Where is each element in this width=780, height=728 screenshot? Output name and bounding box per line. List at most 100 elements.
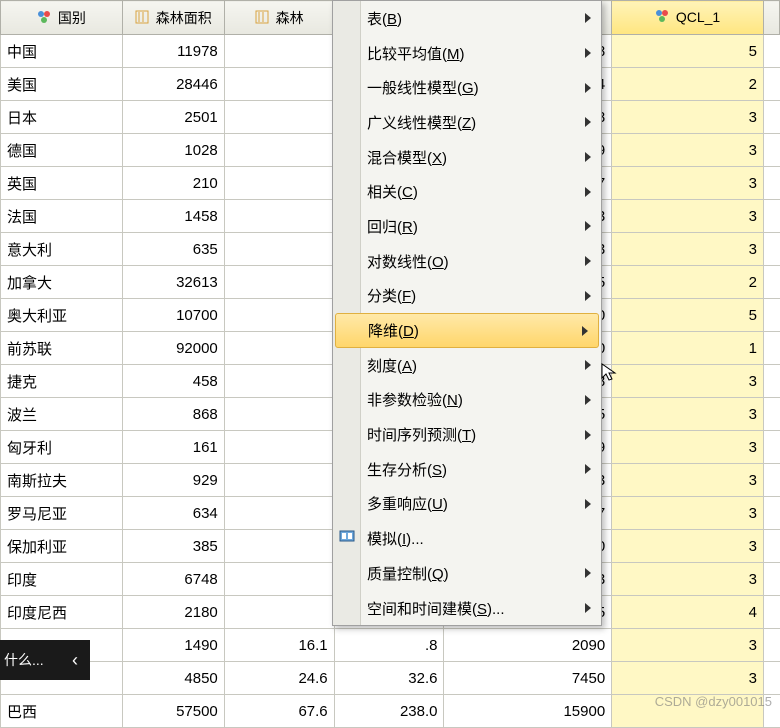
cell[interactable] — [224, 167, 334, 200]
cell-forest[interactable]: 868 — [122, 398, 224, 431]
cell-forest[interactable]: 385 — [122, 530, 224, 563]
cell[interactable]: 2090 — [444, 629, 612, 662]
cell-country[interactable]: 波兰 — [1, 398, 123, 431]
cell-forest[interactable]: 92000 — [122, 332, 224, 365]
menu-item-u[interactable]: 多重响应(U) — [333, 487, 601, 522]
cell[interactable] — [224, 530, 334, 563]
cell-qcl[interactable]: 3 — [612, 464, 764, 497]
menu-item-a[interactable]: 刻度(A) — [333, 348, 601, 383]
cell[interactable]: .8 — [334, 629, 444, 662]
cell-qcl[interactable]: 3 — [612, 167, 764, 200]
table-row[interactable]: 149016.1.820903 — [1, 629, 780, 662]
cell-country[interactable]: 南斯拉夫 — [1, 464, 123, 497]
cell[interactable]: 32.6 — [334, 662, 444, 695]
header-forest-partial[interactable]: 森林 — [224, 1, 334, 35]
cell-country[interactable]: 日本 — [1, 101, 123, 134]
cell-qcl[interactable]: 3 — [612, 629, 764, 662]
cell-qcl[interactable]: 5 — [612, 299, 764, 332]
cell-country[interactable]: 中国 — [1, 35, 123, 68]
cell[interactable]: 67.6 — [224, 695, 334, 728]
cell-qcl[interactable]: 4 — [612, 596, 764, 629]
cell-qcl[interactable]: 3 — [612, 563, 764, 596]
header-country[interactable]: 国别 — [1, 1, 123, 35]
cell[interactable] — [224, 266, 334, 299]
cell[interactable]: 238.0 — [334, 695, 444, 728]
cell[interactable] — [224, 596, 334, 629]
cell[interactable] — [224, 233, 334, 266]
cell-qcl[interactable]: 3 — [612, 398, 764, 431]
header-forest-area[interactable]: 森林面积 — [122, 1, 224, 35]
cell-forest[interactable]: 11978 — [122, 35, 224, 68]
cell-country[interactable]: 印度尼西 — [1, 596, 123, 629]
cell-forest[interactable]: 210 — [122, 167, 224, 200]
cell-country[interactable]: 英国 — [1, 167, 123, 200]
menu-item-c[interactable]: 相关(C) — [333, 174, 601, 209]
menu-item-s[interactable]: 空间和时间建模(S)... — [333, 591, 601, 626]
menu-item-d[interactable]: 降维(D) — [335, 313, 599, 348]
cell-forest[interactable]: 57500 — [122, 695, 224, 728]
cell[interactable]: 16.1 — [224, 629, 334, 662]
cell-forest[interactable]: 458 — [122, 365, 224, 398]
cell[interactable]: 24.6 — [224, 662, 334, 695]
cell-forest[interactable]: 10700 — [122, 299, 224, 332]
cell-country[interactable]: 保加利亚 — [1, 530, 123, 563]
menu-item-q[interactable]: 质量控制(Q) — [333, 556, 601, 591]
cell-forest[interactable]: 2180 — [122, 596, 224, 629]
cell[interactable] — [224, 365, 334, 398]
cell-country[interactable]: 加拿大 — [1, 266, 123, 299]
cell-forest[interactable]: 929 — [122, 464, 224, 497]
cell-qcl[interactable]: 3 — [612, 662, 764, 695]
cell-country[interactable]: 匈牙利 — [1, 431, 123, 464]
cell-country[interactable]: 奥大利亚 — [1, 299, 123, 332]
cell-country[interactable]: 美国 — [1, 68, 123, 101]
cell-country[interactable]: 巴西 — [1, 695, 123, 728]
menu-item-m[interactable]: 比较平均值(M) — [333, 36, 601, 71]
cell-qcl[interactable]: 1 — [612, 332, 764, 365]
menu-item-b[interactable]: 表(B) — [333, 1, 601, 36]
cell[interactable] — [224, 497, 334, 530]
menu-item-g[interactable]: 一般线性模型(G) — [333, 70, 601, 105]
cell-forest[interactable]: 4850 — [122, 662, 224, 695]
cell-country[interactable]: 德国 — [1, 134, 123, 167]
cell-qcl[interactable]: 3 — [612, 134, 764, 167]
cell-qcl[interactable]: 3 — [612, 431, 764, 464]
chevron-left-icon[interactable]: ‹ — [60, 650, 90, 671]
table-row[interactable]: 485024.632.674503 — [1, 662, 780, 695]
menu-item-o[interactable]: 对数线性(O) — [333, 244, 601, 279]
cell[interactable]: 15900 — [444, 695, 612, 728]
cell-qcl[interactable]: 2 — [612, 68, 764, 101]
cell-forest[interactable]: 32613 — [122, 266, 224, 299]
cell[interactable] — [224, 35, 334, 68]
cell-forest[interactable]: 2501 — [122, 101, 224, 134]
menu-item-z[interactable]: 广义线性模型(Z) — [333, 105, 601, 140]
cell-forest[interactable]: 1490 — [122, 629, 224, 662]
cell-country[interactable]: 前苏联 — [1, 332, 123, 365]
cell-country[interactable]: 罗马尼亚 — [1, 497, 123, 530]
menu-item-f[interactable]: 分类(F) — [333, 279, 601, 314]
cell[interactable] — [224, 398, 334, 431]
cell-qcl[interactable]: 5 — [612, 35, 764, 68]
header-qcl[interactable]: QCL_1 — [612, 1, 764, 35]
cell[interactable] — [224, 101, 334, 134]
menu-item-s[interactable]: 生存分析(S) — [333, 452, 601, 487]
cell-qcl[interactable]: 3 — [612, 530, 764, 563]
cell-forest[interactable]: 634 — [122, 497, 224, 530]
menu-item-t[interactable]: 时间序列预测(T) — [333, 417, 601, 452]
cell[interactable]: 7450 — [444, 662, 612, 695]
cell-country[interactable]: 法国 — [1, 200, 123, 233]
cell-qcl[interactable]: 3 — [612, 233, 764, 266]
cell[interactable] — [224, 332, 334, 365]
menu-item-n[interactable]: 非参数检验(N) — [333, 383, 601, 418]
cell[interactable] — [224, 200, 334, 233]
cell-forest[interactable]: 1028 — [122, 134, 224, 167]
menu-item-i[interactable]: 模拟(I)... — [333, 521, 601, 556]
cell-forest[interactable]: 1458 — [122, 200, 224, 233]
cell[interactable] — [224, 68, 334, 101]
cell[interactable] — [224, 431, 334, 464]
cell-country[interactable]: 捷克 — [1, 365, 123, 398]
cell-qcl[interactable]: 2 — [612, 266, 764, 299]
cell-forest[interactable]: 6748 — [122, 563, 224, 596]
cell-country[interactable]: 意大利 — [1, 233, 123, 266]
cell-forest[interactable]: 635 — [122, 233, 224, 266]
cell-qcl[interactable]: 3 — [612, 497, 764, 530]
